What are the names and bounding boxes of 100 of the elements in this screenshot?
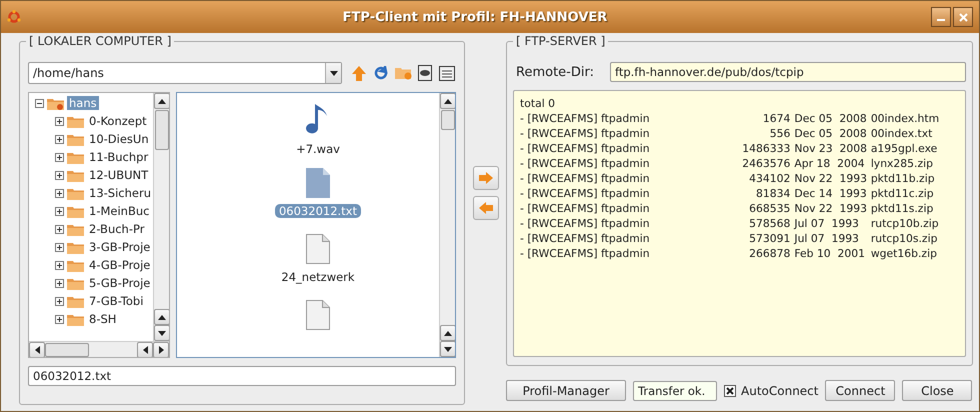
scroll-up-button[interactable]: [440, 93, 455, 109]
file-name[interactable]: +7.wav: [292, 142, 344, 156]
expand-icon[interactable]: [55, 278, 64, 288]
tree-item[interactable]: 4-GB-Proje: [87, 258, 152, 272]
expand-icon[interactable]: [55, 188, 64, 198]
scrollbar-thumb[interactable]: [155, 110, 169, 150]
expand-icon[interactable]: [55, 170, 64, 180]
tree-item[interactable]: 5-GB-Proje: [87, 276, 152, 290]
listing-owner: - [RWCEAFMS] ftpadmin: [520, 187, 651, 200]
listing-date: Dec 14 1993: [794, 187, 868, 200]
listing-size: 81834: [755, 187, 792, 200]
footer-button[interactable]: Connect: [825, 380, 896, 401]
listing-date: Jul 07 1993: [794, 232, 860, 245]
scroll-left-button[interactable]: [29, 342, 45, 357]
expand-icon[interactable]: [55, 296, 64, 306]
tree-item[interactable]: 12-UBUNT: [87, 168, 150, 182]
listing-date: Feb 10 2001: [794, 247, 866, 260]
tree-item[interactable]: 11-Buchpr: [87, 150, 150, 164]
up-triangle-icon: [444, 330, 452, 336]
scrollbar-thumb[interactable]: [441, 110, 455, 130]
expand-icon[interactable]: [55, 206, 64, 216]
folder-icon: [67, 168, 84, 182]
scroll-up-button[interactable]: [154, 93, 169, 109]
listing-size: 266878: [748, 247, 792, 260]
tree-item[interactable]: 0-Konzept: [87, 114, 149, 128]
tree-item[interactable]: 3-GB-Proje: [87, 240, 152, 254]
listing-file-name: pktd11s.zip: [870, 202, 934, 215]
down-triangle-icon: [330, 70, 338, 76]
horizontal-scrollbar[interactable]: [29, 341, 169, 357]
listing-size: 668535: [748, 202, 792, 215]
listing-file-name: a195gpl.exe: [870, 142, 938, 155]
text-file-icon: [306, 168, 330, 198]
remote-dir-field[interactable]: ftp.fh-hannover.de/pub/dos/tcpip: [610, 62, 966, 82]
scroll-down-button[interactable]: [154, 325, 169, 341]
folder-icon: [67, 240, 84, 254]
tree-item[interactable]: 1-MeinBuc: [87, 204, 152, 218]
panel-legend: [ LOKALER COMPUTER ]: [26, 34, 174, 48]
refresh-icon[interactable]: [372, 64, 390, 82]
tree-item[interactable]: 7-GB-Tobi: [87, 294, 146, 308]
tree-item[interactable]: 13-Sicheru: [87, 186, 153, 200]
listing-file-name: pktd11b.zip: [870, 172, 936, 185]
listing-size: 578568: [748, 217, 792, 230]
checkbox-label: AutoConnect: [741, 384, 818, 398]
folder-icon: [67, 150, 84, 164]
scroll-up-button[interactable]: [440, 325, 455, 341]
collapse-icon[interactable]: [35, 98, 44, 108]
scroll-left-button[interactable]: [137, 342, 153, 357]
status-field: Transfer ok.: [633, 380, 717, 400]
expand-icon[interactable]: [55, 242, 64, 252]
footer-button[interactable]: Close: [902, 380, 972, 401]
listing-size: 573091: [748, 232, 792, 245]
tree-item[interactable]: 8-SH: [87, 312, 118, 326]
folder-icon: [47, 96, 64, 110]
listing-owner: - [RWCEAFMS] ftpadmin: [520, 112, 651, 125]
expand-icon[interactable]: [55, 260, 64, 270]
listing-owner: - [RWCEAFMS] ftpadmin: [520, 157, 651, 170]
checkbox[interactable]: [724, 384, 736, 396]
tree-item[interactable]: 2-Buch-Pr: [87, 222, 146, 236]
listing-line: total 0: [520, 96, 556, 111]
folder-icon: [67, 312, 84, 326]
scroll-up-button[interactable]: [154, 309, 169, 325]
expand-icon[interactable]: [55, 314, 64, 324]
expand-icon[interactable]: [55, 152, 64, 162]
scroll-down-button[interactable]: [440, 341, 455, 357]
preview-icon[interactable]: [416, 64, 434, 82]
expand-icon[interactable]: [55, 134, 64, 144]
down-triangle-icon: [158, 330, 166, 336]
up-triangle-icon: [158, 98, 166, 104]
close-button[interactable]: [953, 7, 973, 27]
listing-owner: - [RWCEAFMS] ftpadmin: [520, 247, 651, 260]
folder-icon: [67, 258, 84, 272]
expand-icon[interactable]: [55, 224, 64, 234]
tree-item[interactable]: 10-DiesUn: [87, 132, 151, 146]
details-view-icon[interactable]: [438, 64, 456, 82]
listing-size: 1486333: [741, 142, 792, 155]
listing-owner: - [RWCEAFMS] ftpadmin: [520, 127, 651, 140]
listing-date: Nov 22 1993: [794, 172, 868, 185]
scroll-right-button[interactable]: [153, 342, 169, 357]
scrollbar[interactable]: [439, 93, 455, 357]
listing-date: Apr 18 2004: [794, 157, 866, 170]
profile-manager-button[interactable]: Profil-Manager: [506, 380, 626, 401]
listing-owner: - [RWCEAFMS] ftpadmin: [520, 172, 651, 185]
caret-icon[interactable]: [325, 63, 341, 83]
filename-field[interactable]: 06032012.txt: [28, 366, 456, 386]
scrollbar[interactable]: [153, 93, 169, 341]
left-triangle-icon: [142, 346, 148, 354]
listing-file-name: 00index.htm: [870, 112, 940, 125]
file-name[interactable]: 24_netzwerk: [277, 270, 359, 284]
path-dropdown[interactable]: /home/hans: [28, 62, 342, 84]
down-triangle-icon: [444, 346, 452, 352]
listing-owner: - [RWCEAFMS] ftpadmin: [520, 142, 651, 155]
scrollbar-thumb[interactable]: [45, 342, 89, 356]
listing-file-name: 00index.txt: [870, 127, 934, 140]
listing-file-name: wget16b.zip: [870, 247, 938, 260]
listing-date: Jul 07 1993: [794, 217, 860, 230]
expand-icon[interactable]: [55, 116, 64, 126]
right-triangle-icon: [158, 346, 164, 354]
up-triangle-icon: [158, 314, 166, 320]
minimize-button[interactable]: [931, 7, 951, 27]
folder-icon: [67, 132, 84, 146]
